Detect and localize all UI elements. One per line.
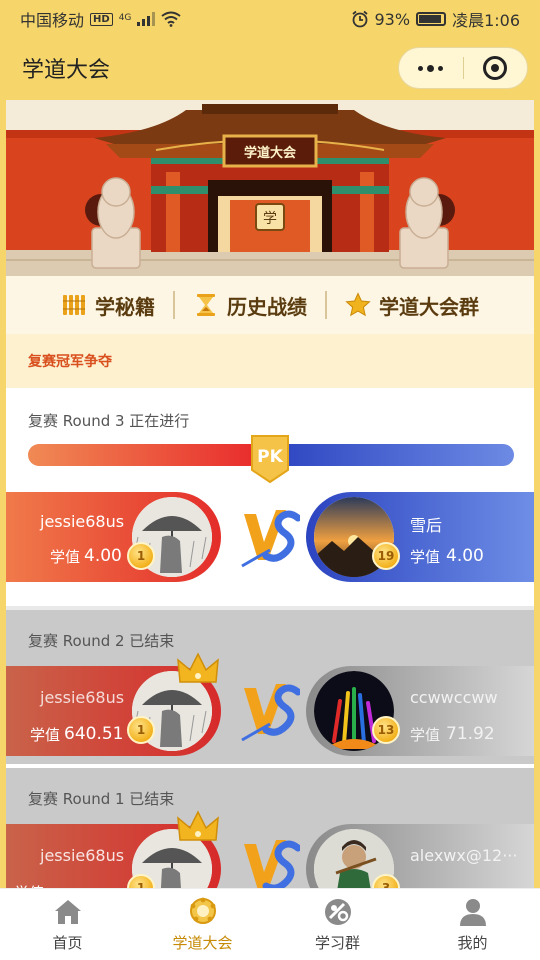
crown-icon xyxy=(177,652,219,683)
more-button[interactable] xyxy=(399,48,463,88)
page-title: 学道大会 xyxy=(22,58,111,83)
left-progress xyxy=(28,444,271,466)
main-content[interactable]: 学 学道大会 学秘籍 历史战绩 学道大会群 复赛冠军争夺 复赛 Round 3 … xyxy=(6,100,534,888)
round-card-1[interactable]: 复赛 Round 1 已结束 jessie68us 学值 1 xyxy=(6,764,534,888)
gate-sign: 学道大会 xyxy=(244,145,297,161)
carrier-label: 中国移动 xyxy=(20,11,85,30)
left-player[interactable]: jessie68us 学值 1 xyxy=(6,810,221,888)
level-badge: 1 xyxy=(127,716,155,744)
right-player[interactable]: 3 alexwx@12··· xyxy=(306,824,534,888)
right-progress xyxy=(271,444,514,466)
player-name: jessie68us xyxy=(40,512,125,531)
player-name: jessie68us xyxy=(40,688,125,707)
tab-bar: 首页 学道大会 学习群 我的 xyxy=(0,888,540,960)
score-label: 学值 xyxy=(410,726,441,744)
clock: 凌晨1:06 xyxy=(452,11,520,30)
alarm-icon xyxy=(351,10,368,28)
score-label: 学值 xyxy=(410,548,441,566)
round-card-2[interactable]: 复赛 Round 2 已结束 jessie68us 学值 640.51 1 13… xyxy=(6,606,534,764)
svg-text:PK: PK xyxy=(257,447,283,467)
miniprogram-capsule xyxy=(398,47,528,89)
contest-icon xyxy=(189,897,216,924)
quick-link-history[interactable]: 历史战绩 xyxy=(175,291,325,320)
tab-contest[interactable]: 学道大会 xyxy=(135,889,270,960)
quick-link-label: 学道大会群 xyxy=(379,294,479,319)
close-target-icon xyxy=(483,56,508,80)
battery-percent: 93% xyxy=(374,9,411,29)
quick-link-secrets[interactable]: 学秘籍 xyxy=(43,291,173,320)
banner-emblem: 学 xyxy=(263,211,277,227)
round-title: 复赛 Round 3 正在进行 xyxy=(28,412,190,430)
crown-icon xyxy=(177,810,219,841)
profile-icon xyxy=(459,899,486,926)
player-name: alexwx@12··· xyxy=(410,846,518,865)
score-label: 学值 xyxy=(50,548,81,566)
left-player[interactable]: jessie68us 学值 4.00 1 xyxy=(6,492,221,582)
player-score: 4.00 xyxy=(446,546,484,566)
player-name: jessie68us xyxy=(40,846,125,865)
left-player[interactable]: jessie68us 学值 640.51 1 xyxy=(6,652,221,756)
tab-label: 首页 xyxy=(52,934,83,952)
level-badge: 13 xyxy=(372,716,400,744)
player-score: 71.92 xyxy=(446,724,495,744)
nav-bar: 学道大会 xyxy=(0,38,540,98)
close-miniprogram-button[interactable] xyxy=(464,48,528,88)
network-type: 4G xyxy=(118,13,132,23)
star-icon xyxy=(345,292,371,317)
round-title: 复赛 Round 1 已结束 xyxy=(28,790,175,808)
pk-badge: PK xyxy=(251,435,289,484)
right-player[interactable]: 13 ccwwccww 学值 71.92 xyxy=(306,666,534,756)
bamboo-book-icon xyxy=(63,295,85,315)
quick-link-label: 历史战绩 xyxy=(227,294,307,319)
tab-label: 学道大会 xyxy=(172,934,233,952)
player-name: 雪后 xyxy=(410,516,443,535)
vs-icon xyxy=(241,684,300,742)
player-score: 640.51 xyxy=(64,724,124,744)
battery-icon xyxy=(416,12,447,26)
hd-icon: HD xyxy=(90,12,113,26)
section-title: 复赛冠军争夺 xyxy=(6,334,534,388)
study-group-icon xyxy=(324,899,351,925)
quick-links: 学秘籍 历史战绩 学道大会群 xyxy=(6,276,534,334)
player-name: ccwwccww xyxy=(410,688,498,707)
round-card-3[interactable]: 复赛 Round 3 正在进行 PK jessie68us 学值 4.00 1 … xyxy=(6,388,534,606)
status-bar: 中国移动 HD 4G 93% 凌晨1:06 xyxy=(0,0,540,38)
tab-profile[interactable]: 我的 xyxy=(405,889,540,960)
tab-label: 我的 xyxy=(457,934,488,952)
level-badge: 19 xyxy=(372,542,400,570)
level-badge: 1 xyxy=(127,542,155,570)
score-label: 学值 xyxy=(30,726,61,744)
tab-label: 学习群 xyxy=(314,934,360,952)
signal-icon xyxy=(137,12,156,26)
temple-banner: 学 学道大会 xyxy=(6,100,534,276)
vs-icon xyxy=(244,840,300,888)
quick-link-label: 学秘籍 xyxy=(95,294,155,319)
more-icon xyxy=(418,64,444,72)
quick-link-group[interactable]: 学道大会群 xyxy=(327,291,497,320)
round-title: 复赛 Round 2 已结束 xyxy=(28,632,175,650)
tab-study-group[interactable]: 学习群 xyxy=(270,889,405,960)
right-player[interactable]: 19 雪后 学值 4.00 xyxy=(306,492,534,582)
vs-icon xyxy=(241,510,300,568)
hourglass-icon xyxy=(197,294,215,316)
wifi-icon xyxy=(161,11,182,27)
tab-home[interactable]: 首页 xyxy=(0,889,135,960)
home-icon xyxy=(54,900,81,924)
player-score: 4.00 xyxy=(84,546,122,566)
